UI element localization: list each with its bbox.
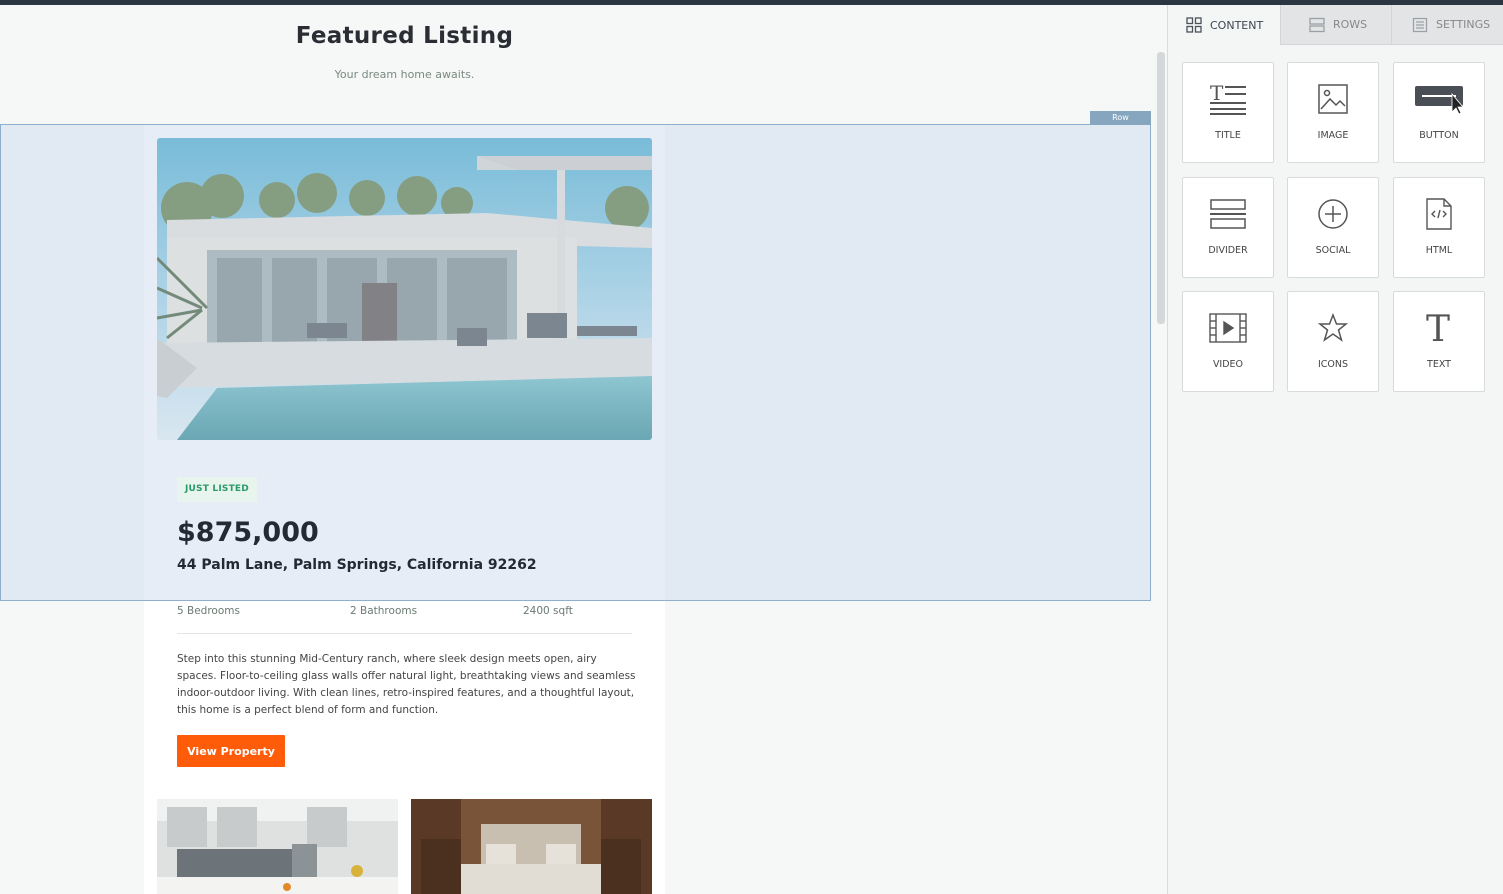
divider bbox=[177, 633, 632, 634]
tab-content[interactable]: CONTENT bbox=[1168, 5, 1280, 45]
email-canvas[interactable]: Featured Listing Your dream home awaits. bbox=[0, 5, 1167, 894]
block-label: TITLE bbox=[1215, 130, 1241, 141]
block-icons[interactable]: ICONS bbox=[1287, 291, 1379, 392]
button-icon bbox=[1415, 86, 1464, 115]
tab-settings-label: SETTINGS bbox=[1436, 18, 1491, 31]
block-label: IMAGE bbox=[1317, 130, 1349, 141]
tab-rows[interactable]: ROWS bbox=[1280, 5, 1391, 45]
rows-icon bbox=[1309, 17, 1325, 32]
view-property-button[interactable]: View Property bbox=[177, 735, 285, 767]
block-label: BUTTON bbox=[1419, 130, 1459, 141]
listing-price[interactable]: $875,000 bbox=[177, 517, 319, 548]
tab-content-label: CONTENT bbox=[1210, 18, 1264, 32]
listing-address[interactable]: 44 Palm Lane, Palm Springs, California 9… bbox=[177, 557, 537, 573]
block-text[interactable]: T TEXT bbox=[1393, 291, 1485, 392]
block-image[interactable]: IMAGE bbox=[1287, 62, 1379, 163]
block-label: DIVIDER bbox=[1208, 245, 1248, 256]
settings-icon bbox=[1412, 17, 1428, 32]
kitchen-image[interactable] bbox=[157, 799, 398, 894]
star-icon bbox=[1318, 313, 1348, 342]
tab-settings[interactable]: SETTINGS bbox=[1391, 5, 1503, 45]
block-html[interactable]: HTML bbox=[1393, 177, 1485, 278]
block-label: VIDEO bbox=[1212, 359, 1244, 370]
listing-description[interactable]: Step into this stunning Mid-Century ranc… bbox=[177, 651, 637, 719]
text-icon: T bbox=[1426, 311, 1450, 345]
builder-panel: CONTENT ROWS SETTINGS T TITLE IMAGE BUTT… bbox=[1167, 5, 1503, 894]
divider-icon bbox=[1210, 199, 1246, 229]
canvas-scrollbar[interactable] bbox=[1157, 52, 1165, 324]
bedrooms-count[interactable]: 5 Bedrooms bbox=[177, 605, 240, 617]
social-icon bbox=[1318, 199, 1348, 229]
svg-text:T: T bbox=[1426, 311, 1450, 345]
block-label: HTML bbox=[1425, 245, 1453, 256]
block-label: ICONS bbox=[1317, 359, 1349, 370]
block-video[interactable]: VIDEO bbox=[1182, 291, 1274, 392]
row-tag[interactable]: Row bbox=[1090, 111, 1151, 125]
svg-text:T: T bbox=[1210, 83, 1224, 105]
area-size[interactable]: 2400 sqft bbox=[523, 605, 573, 617]
grid-icon bbox=[1186, 17, 1202, 33]
html-icon bbox=[1426, 198, 1452, 230]
video-icon bbox=[1209, 313, 1247, 343]
block-label: SOCIAL bbox=[1315, 245, 1351, 256]
block-button[interactable]: BUTTON bbox=[1393, 62, 1485, 163]
bedroom-image[interactable] bbox=[411, 799, 652, 894]
title-icon: T bbox=[1210, 83, 1246, 115]
block-social[interactable]: SOCIAL bbox=[1287, 177, 1379, 278]
block-title[interactable]: T TITLE bbox=[1182, 62, 1274, 163]
selected-row-highlight[interactable] bbox=[0, 124, 1151, 601]
panel-tabs: CONTENT ROWS SETTINGS bbox=[1168, 5, 1503, 45]
page-subtitle[interactable]: Your dream home awaits. bbox=[144, 68, 665, 81]
image-icon bbox=[1318, 84, 1348, 114]
block-label: TEXT bbox=[1427, 359, 1451, 370]
bathrooms-count[interactable]: 2 Bathrooms bbox=[350, 605, 417, 617]
status-badge[interactable]: JUST LISTED bbox=[177, 477, 257, 502]
page-title[interactable]: Featured Listing bbox=[144, 23, 665, 49]
tab-rows-label: ROWS bbox=[1333, 18, 1368, 31]
block-divider[interactable]: DIVIDER bbox=[1182, 177, 1274, 278]
